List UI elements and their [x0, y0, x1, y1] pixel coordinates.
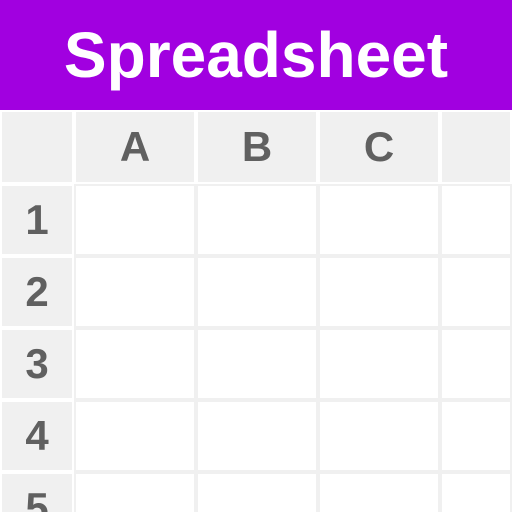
col-header-tail	[440, 110, 512, 184]
col-header-B[interactable]: B	[196, 110, 318, 184]
row-4: 4	[0, 400, 512, 472]
row-header-3[interactable]: 3	[0, 328, 74, 400]
row-2: 2	[0, 256, 512, 328]
cell-C1[interactable]	[318, 184, 440, 256]
cell-B4[interactable]	[196, 400, 318, 472]
spreadsheet-grid: A B C 1 2 3 4 5	[0, 110, 512, 512]
row-header-2[interactable]: 2	[0, 256, 74, 328]
cell-C2[interactable]	[318, 256, 440, 328]
row-3: 3	[0, 328, 512, 400]
cell-A4[interactable]	[74, 400, 196, 472]
column-header-row: A B C	[0, 110, 512, 184]
cell-A2[interactable]	[74, 256, 196, 328]
col-header-A[interactable]: A	[74, 110, 196, 184]
row-header-1[interactable]: 1	[0, 184, 74, 256]
cell-C4[interactable]	[318, 400, 440, 472]
cell-A1[interactable]	[74, 184, 196, 256]
row-header-4[interactable]: 4	[0, 400, 74, 472]
corner-cell[interactable]	[0, 110, 74, 184]
col-header-C[interactable]: C	[318, 110, 440, 184]
cell-A3[interactable]	[74, 328, 196, 400]
cell-C5[interactable]	[318, 472, 440, 512]
cell-A5[interactable]	[74, 472, 196, 512]
app-header: Spreadsheet	[0, 0, 512, 110]
cell-B3[interactable]	[196, 328, 318, 400]
row-header-5[interactable]: 5	[0, 472, 74, 512]
cell-tail-2[interactable]	[440, 256, 512, 328]
row-1: 1	[0, 184, 512, 256]
cell-B1[interactable]	[196, 184, 318, 256]
app-title: Spreadsheet	[64, 18, 448, 92]
cell-C3[interactable]	[318, 328, 440, 400]
cell-tail-4[interactable]	[440, 400, 512, 472]
cell-tail-5[interactable]	[440, 472, 512, 512]
row-5: 5	[0, 472, 512, 512]
cell-B2[interactable]	[196, 256, 318, 328]
cell-B5[interactable]	[196, 472, 318, 512]
cell-tail-3[interactable]	[440, 328, 512, 400]
cell-tail-1[interactable]	[440, 184, 512, 256]
